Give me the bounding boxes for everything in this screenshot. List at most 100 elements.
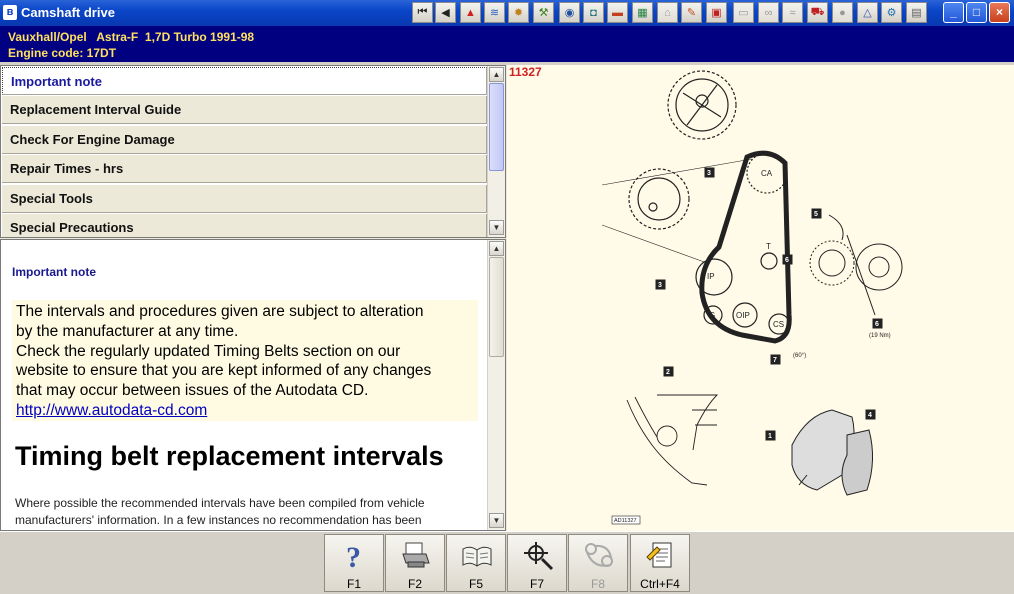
service-icon[interactable]: ✹ [508,2,529,23]
pen-icon[interactable]: ✎ [681,2,702,23]
f1-help-button[interactable]: ? F1 [324,534,384,592]
disc-icon[interactable]: ● [832,2,853,23]
triangle-icon[interactable]: △ [857,2,878,23]
label-oip: OIP [736,311,750,320]
scroll-up-icon[interactable]: ▲ [489,67,504,82]
right-sprockets [809,214,903,316]
list-item-special-precautions[interactable]: Special Precautions [2,214,487,237]
upper-sprocket [667,70,737,140]
label-t: T [766,242,771,251]
ecu-icon[interactable]: ▦ [632,2,653,23]
website-link[interactable]: http://www.autodata-cd.com [16,402,207,419]
lower-right-detail [791,409,873,496]
callout-5: 5 [814,211,818,218]
list-item-engine-damage[interactable]: Check For Engine Damage [2,126,487,154]
engine-code: Engine code: 17DT [8,46,117,60]
section-title: Timing belt replacement intervals [15,441,444,471]
list-item-special-tools[interactable]: Special Tools [2,185,487,213]
camera-icon[interactable]: ◘ [583,2,604,23]
f2-print-button[interactable]: F2 [385,534,445,592]
note-line: that may occur between issues of the Aut… [16,382,369,400]
timing-belt-diagram: 11327 CA IP OIP G CS T 3 3 6 5 6 7 2 1 4… [507,65,1014,531]
note-line: The intervals and procedures given are s… [16,303,424,320]
print-icon[interactable]: ▤ [906,2,927,23]
engine-data-icon[interactable]: ≋ [484,2,505,23]
belt-route-icon [585,543,613,567]
callout-6b: 6 [875,321,879,328]
manual-book-icon [462,546,492,567]
autodata-icon[interactable]: ʙ [3,5,17,20]
function-key-bar: ? F1 F2 F5 F7 F8 Ctrl+F4 [0,531,1014,594]
note-line: Check the regularly updated Timing Belts… [16,342,401,360]
callout-6: 6 [785,257,789,264]
svg-text:?: ? [346,541,361,571]
key-icon[interactable]: ⚙ [881,2,902,23]
section-list: Important note Replacement Interval Guid… [0,65,506,238]
torque-label: (19 Nm) [869,333,891,339]
battery-icon[interactable]: ▬ [607,2,628,23]
callout-3: 3 [707,170,711,177]
tools-icon[interactable]: ⚒ [533,2,554,23]
note-text: The intervals and procedures given are s… [16,302,476,421]
label-ip: IP [707,272,715,281]
f5-label: F5 [468,577,483,591]
warning-icon[interactable]: ▲ [460,2,481,23]
clock-icon[interactable]: ◉ [559,2,580,23]
car-icon[interactable]: ⛟ [807,2,828,23]
f8-label: F8 [590,577,605,591]
callout-2: 2 [666,369,670,376]
window-title: Camshaft drive [21,5,115,20]
component-locator-icon [524,542,554,571]
callout-3b: 3 [658,282,662,289]
note-line: website to ensure that you are kept info… [16,362,432,380]
minimize-button[interactable]: _ [943,2,964,23]
angle-label: (60°) [793,353,806,359]
scroll-up-icon[interactable]: ▲ [489,241,504,256]
scroll-thumb[interactable] [489,83,504,171]
callout-7: 7 [773,357,777,364]
scroll-down-icon[interactable]: ▼ [489,220,504,235]
vehicle-model: Vauxhall/Opel Astra-F 1,7D Turbo 1991-98 [8,30,255,44]
f7-label: F7 [529,577,544,591]
intro-paragraph: Where possible the recommended intervals… [15,496,425,527]
notes-icon [646,542,672,568]
content-heading: Important note [12,265,96,279]
first-page-icon[interactable]: ⏮ [412,2,433,23]
f5-manual-button[interactable]: F5 [446,534,506,592]
print-icon [402,542,430,568]
label-ca: CA [761,169,773,178]
vehicle-info-bar: Vauxhall/Opel Astra-F 1,7D Turbo 1991-98… [0,26,1014,62]
lower-left-detail [626,394,719,486]
note-line: by the manufacturer at any time. [16,322,239,340]
label-g: G [709,311,715,320]
list-item-important-note[interactable]: Important note [2,67,487,95]
title-bar: ʙ Camshaft drive ⏮ ◀ ▲ ≋ ✹ ⚒ ◉ ◘ ▬ ▦ ⌂ ✎… [0,0,1014,26]
blank-icon[interactable]: ▭ [733,2,754,23]
ctrl-f4-notes-button[interactable]: Ctrl+F4 [630,534,690,592]
list-item-repair-times[interactable]: Repair Times - hrs [2,155,487,183]
close-button[interactable]: × [989,2,1010,23]
content-pane: Important note The intervals and procedu… [0,239,506,531]
cable-icon[interactable]: ≈ [782,2,803,23]
help-icon: ? [346,541,361,571]
left-sprocket [628,168,690,230]
previous-icon[interactable]: ◀ [435,2,456,23]
f2-label: F2 [407,577,422,591]
scroll-thumb[interactable] [489,257,504,357]
maximize-button[interactable]: □ [966,2,987,23]
label-cs: CS [773,320,784,329]
content-scrollbar[interactable]: ▲ ▼ [487,240,505,530]
lamp-icon[interactable]: ⌂ [657,2,678,23]
f8-belt-route-button[interactable]: F8 [568,534,628,592]
callout-1: 1 [768,433,772,440]
f7-locator-button[interactable]: F7 [507,534,567,592]
note-box: The intervals and procedures given are s… [12,300,478,421]
belt-icon[interactable]: ∞ [758,2,779,23]
list-scrollbar[interactable]: ▲ ▼ [487,66,505,237]
diagnostic-icon[interactable]: ▣ [706,2,727,23]
belt-illustration: CA IP OIP G CS T 3 3 6 5 6 7 2 1 4 (19 N… [601,70,903,525]
callout-4: 4 [868,412,872,419]
list-item-replacement-interval[interactable]: Replacement Interval Guide [2,96,487,124]
ctrl-f4-label: Ctrl+F4 [640,577,680,591]
scroll-down-icon[interactable]: ▼ [489,513,504,528]
